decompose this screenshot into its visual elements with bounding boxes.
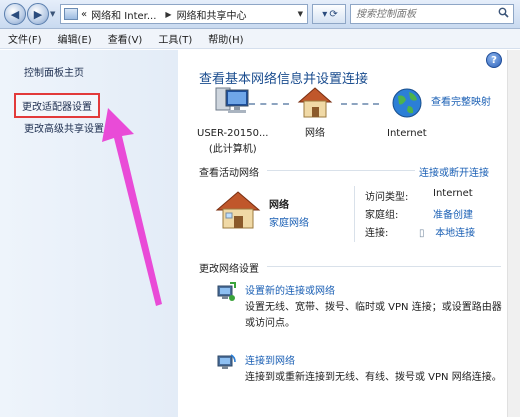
network-label: 网络 xyxy=(305,128,325,139)
home-network-icon xyxy=(297,87,333,118)
active-network-name: 网络 xyxy=(269,200,289,211)
map-connector xyxy=(341,103,379,105)
map-node-computer[interactable]: USER-20150... (此计算机) xyxy=(197,86,268,158)
ethernet-plug-icon: ▯ xyxy=(419,228,425,239)
view-full-map-link[interactable]: 查看完整映射 xyxy=(431,93,491,108)
connections-label: 连接: xyxy=(365,228,389,239)
change-adapter-settings-link[interactable]: 更改适配器设置 xyxy=(14,93,100,118)
computer-icon xyxy=(215,87,249,113)
connect-disconnect-link[interactable]: 连接或断开连接 xyxy=(419,164,489,179)
vertical-divider xyxy=(354,186,355,242)
change-settings-heading: 更改网络设置 xyxy=(199,264,259,275)
connect-to-network-link[interactable]: 连接到网络 xyxy=(245,352,295,367)
control-panel-icon xyxy=(64,8,78,20)
breadcrumb-overflow[interactable]: « xyxy=(81,9,87,20)
menu-help[interactable]: 帮助(H) xyxy=(200,31,251,46)
globe-icon xyxy=(392,88,422,118)
menu-bar: 文件(F) 编辑(E) 查看(V) 工具(T) 帮助(H) xyxy=(0,29,520,49)
forward-arrow-icon: ▶ xyxy=(33,7,43,21)
address-bar[interactable]: « 网络和 Inter... ▶ 网络和共享中心 ▼ xyxy=(60,4,308,24)
network-type-link[interactable]: 家庭网络 xyxy=(269,214,309,229)
page-title: 查看基本网络信息并设置连接 xyxy=(199,72,369,87)
menu-edit[interactable]: 编辑(E) xyxy=(50,31,100,46)
computer-name-label: USER-20150... (此计算机) xyxy=(197,126,268,158)
local-connection-text: 本地连接 xyxy=(435,228,476,239)
breadcrumb-network-sharing-center[interactable]: 网络和共享中心 xyxy=(177,7,247,22)
back-button[interactable]: ◀ xyxy=(4,3,26,25)
address-dropdown-icon[interactable]: ▼ xyxy=(298,10,303,18)
address-history-dropdown-icon: ▾ xyxy=(322,8,328,20)
divider xyxy=(267,266,501,267)
left-task-pane: 控制面板主页 更改适配器设置 更改高级共享设置 xyxy=(0,50,178,417)
homegroup-ready-link[interactable]: 准备创建 xyxy=(433,206,473,221)
search-input[interactable] xyxy=(356,6,494,22)
setup-new-connection-link[interactable]: 设置新的连接或网络 xyxy=(245,282,335,297)
control-panel-home-link[interactable]: 控制面板主页 xyxy=(24,64,84,79)
refresh-button[interactable]: ▾ ⟳ xyxy=(312,4,346,24)
new-connection-icon xyxy=(217,282,236,301)
menu-tools[interactable]: 工具(T) xyxy=(150,31,200,46)
back-arrow-icon: ◀ xyxy=(10,7,20,21)
change-advanced-sharing-link[interactable]: 更改高级共享设置 xyxy=(24,120,104,135)
home-network-large-icon xyxy=(215,191,261,229)
homegroup-label: 家庭组: xyxy=(365,210,399,221)
menu-view[interactable]: 查看(V) xyxy=(100,31,151,46)
map-connector xyxy=(249,103,289,105)
divider xyxy=(267,170,415,171)
search-icon[interactable] xyxy=(498,7,509,21)
active-networks-heading: 查看活动网络 xyxy=(199,168,259,179)
breadcrumb-chevron-icon[interactable]: ▶ xyxy=(165,10,171,19)
computer-sub-label: (此计算机) xyxy=(208,144,257,155)
local-connection-link[interactable]: ▯ 本地连接 xyxy=(419,224,475,239)
connect-to-network-desc: 连接到或重新连接到无线、有线、拨号或 VPN 网络连接。 xyxy=(245,372,502,383)
breadcrumb-network-internet[interactable]: 网络和 Inter... xyxy=(91,7,156,22)
map-node-network[interactable]: 网络 xyxy=(297,86,333,142)
menu-file[interactable]: 文件(F) xyxy=(0,31,50,46)
internet-label: Internet xyxy=(387,128,427,139)
computer-name: USER-20150... xyxy=(197,128,269,139)
access-type-value: Internet xyxy=(433,188,473,199)
access-type-label: 访问类型: xyxy=(365,192,409,203)
main-content: ? 查看基本网络信息并设置连接 查看完整映射 USER-20150... (此计… xyxy=(179,50,520,417)
refresh-icon: ⟳ xyxy=(329,8,338,20)
network-map: USER-20150... (此计算机) 网络 Internet xyxy=(197,86,437,156)
forward-button[interactable]: ▶ xyxy=(27,3,49,25)
search-box[interactable] xyxy=(350,4,514,24)
help-icon[interactable]: ? xyxy=(486,52,502,68)
setup-new-connection-desc: 设置无线、宽带、拨号、临时或 VPN 连接；或设置路由器或访问点。 xyxy=(245,302,502,329)
connect-network-icon xyxy=(217,354,236,369)
map-node-internet[interactable]: Internet xyxy=(387,86,427,142)
title-bar: ◀ ▶ ▼ « 网络和 Inter... ▶ 网络和共享中心 ▼ ▾ ⟳ xyxy=(0,0,520,29)
recent-pages-dropdown-icon[interactable]: ▼ xyxy=(50,10,55,18)
vertical-scrollbar[interactable] xyxy=(507,50,520,417)
